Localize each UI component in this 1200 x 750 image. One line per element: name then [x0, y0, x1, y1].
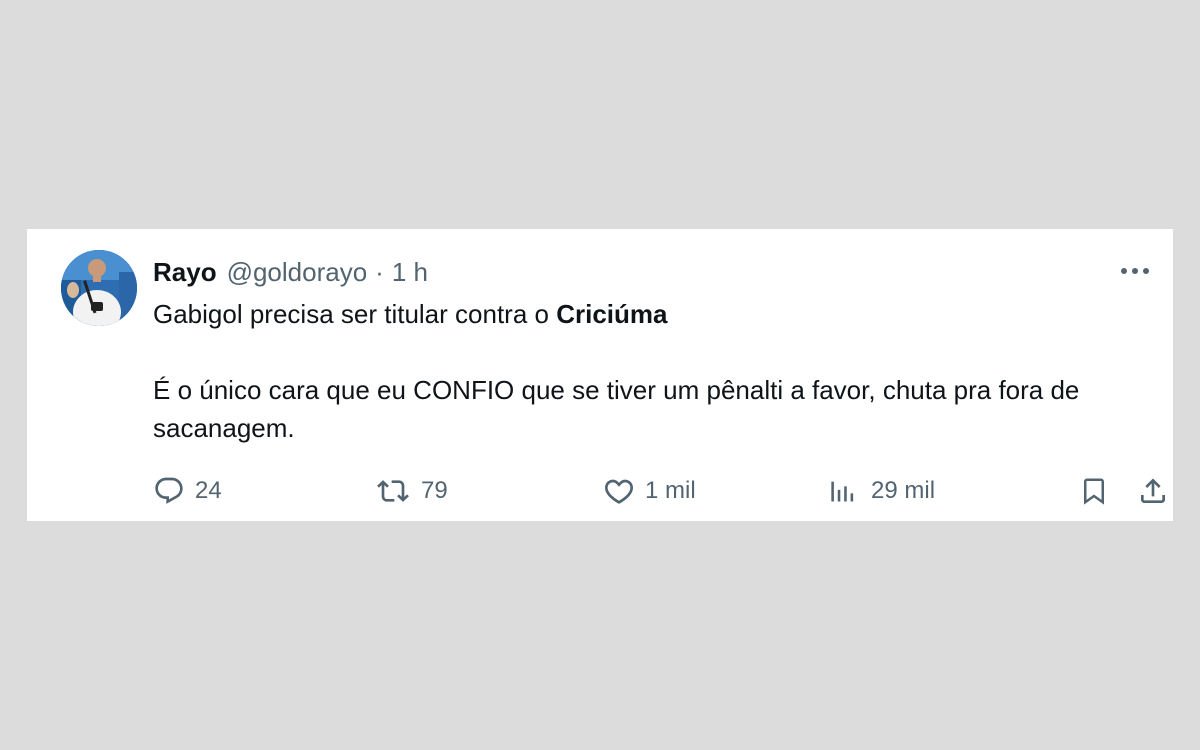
views-icon	[831, 481, 854, 502]
avatar[interactable]	[61, 250, 137, 326]
bookmark-icon	[1084, 478, 1104, 505]
retweet-button[interactable]: 79	[375, 473, 448, 509]
reply-button[interactable]: 24	[153, 473, 222, 509]
views-count: 29 mil	[871, 477, 936, 504]
tweet-paragraph-1: Gabigol precisa ser titular contra o Cri…	[153, 295, 1153, 333]
reply-count: 24	[195, 477, 222, 504]
page: Rayo @goldorayo · 1 h Gabigol precisa se…	[0, 0, 1200, 750]
like-button[interactable]: 1 mil	[603, 473, 696, 509]
retweet-icon	[377, 480, 409, 502]
user-handle[interactable]: @goldorayo	[227, 257, 368, 288]
bookmark-button[interactable]	[1079, 473, 1109, 509]
tweet-paragraph-2: É o único cara que eu CONFIO que se tive…	[153, 375, 1080, 443]
action-bar: 24 79 1 mil 29 mil	[153, 473, 1165, 509]
more-button[interactable]	[1117, 259, 1153, 283]
share-button[interactable]	[1137, 473, 1169, 509]
reply-icon	[155, 477, 183, 504]
tweet-text: Gabigol precisa ser titular contra o Cri…	[153, 295, 1153, 447]
timestamp[interactable]: 1 h	[392, 257, 428, 288]
more-icon	[1121, 268, 1149, 274]
like-count: 1 mil	[645, 477, 696, 504]
tweet-text-prefix: Gabigol precisa ser titular contra o	[153, 299, 557, 329]
display-name[interactable]: Rayo	[153, 257, 217, 288]
retweet-count: 79	[421, 477, 448, 504]
tweet-card[interactable]: Rayo @goldorayo · 1 h Gabigol precisa se…	[27, 229, 1173, 521]
separator-dot: ·	[375, 256, 384, 287]
heart-icon	[605, 479, 633, 504]
tweet-header: Rayo @goldorayo · 1 h	[153, 255, 428, 289]
share-icon	[1141, 478, 1165, 503]
views-button[interactable]: 29 mil	[829, 473, 935, 509]
tweet-text-bold: Criciúma	[556, 299, 668, 329]
